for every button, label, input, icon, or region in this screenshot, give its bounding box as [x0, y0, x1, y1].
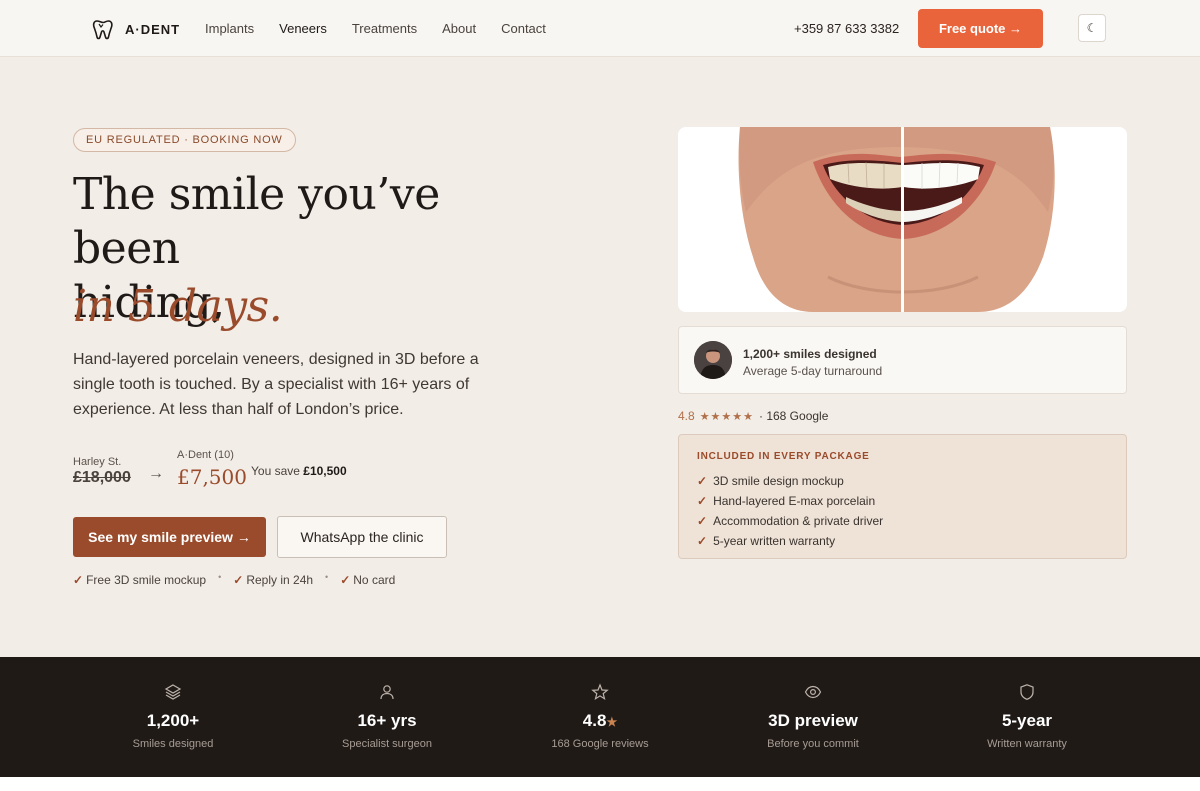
included-package-card: INCLUDED IN EVERY PACKAGE ✓ 3D smile desi…: [678, 434, 1127, 559]
stat-warranty: 5-year Written warranty: [927, 683, 1127, 750]
star-icon: [591, 683, 609, 700]
hero-lead-text: Hand-layered porcelain veneers, designed…: [73, 351, 479, 418]
stat-experience: 16+ yrs Specialist surgeon: [287, 683, 487, 750]
check-icon: ✓: [697, 494, 708, 508]
shield-icon: [1020, 684, 1034, 700]
stat-label: Before you commit: [767, 738, 859, 750]
layers-icon: [164, 684, 182, 700]
check-icon: ✓: [233, 573, 244, 587]
stat-value: 1,200+: [146, 711, 200, 730]
eye-icon: [804, 685, 822, 699]
savings-amount: £10,500: [303, 464, 347, 478]
google-rating: 4.8 ★★★★★ · 168 Google: [678, 409, 828, 423]
nav-link-treatments[interactable]: Treatments: [352, 21, 417, 36]
old-price-label: Harley St.: [73, 456, 122, 468]
rating-count: · 168 Google: [759, 409, 829, 423]
check-icon: ✓: [697, 534, 708, 548]
logo[interactable]: A·DENT: [92, 18, 180, 40]
separator-dot: •: [325, 572, 329, 582]
new-price-label: A·Dent (10): [177, 449, 234, 461]
stat-reviews: 4.8★ 168 Google reviews: [500, 683, 700, 750]
stat-value: 4.8★: [582, 711, 618, 730]
new-price: £7,500: [177, 465, 247, 489]
stat-value: 16+ yrs: [357, 711, 417, 730]
stat-label: Written warranty: [987, 738, 1067, 750]
logo-text: A·DENT: [125, 21, 181, 37]
list-item: ✓ Hand-layered E-max porcelain: [697, 494, 876, 508]
nav-links: Implants Veneers Treatments About Contac…: [205, 21, 546, 36]
avatar: [694, 341, 732, 379]
user-icon: [380, 685, 394, 700]
list-item: ✓ 3D smile design mockup: [697, 474, 844, 488]
nav-link-implants[interactable]: Implants: [205, 21, 254, 36]
stat-label: Smiles designed: [132, 738, 214, 750]
old-price: £18,000: [73, 469, 131, 486]
stat-label: 168 Google reviews: [551, 738, 649, 750]
tooth-logo-icon: [92, 20, 113, 40]
nav-link-veneers[interactable]: Veneers: [279, 21, 327, 36]
status-badge: EU REGULATED · BOOKING NOW: [73, 128, 296, 152]
free-quote-button[interactable]: Free quote →: [918, 9, 1043, 48]
headline-accent: in 5 days.: [73, 281, 283, 332]
proof-title: 1,200+ smiles designed: [743, 347, 877, 361]
phone-link[interactable]: +359 87 633 3382: [794, 21, 899, 36]
rating-stars-icon: ★★★★★: [699, 410, 754, 423]
social-proof-card: 1,200+ smiles designed Average 5-day tur…: [678, 326, 1127, 394]
check-icon: ✓: [697, 474, 708, 488]
headline-line-1: The smile you’ve been: [73, 169, 440, 274]
hero-section: EU REGULATED · BOOKING NOW The smile you…: [0, 57, 1200, 657]
list-item: ✓ 5-year written warranty: [697, 534, 836, 548]
separator-dot: •: [218, 572, 222, 582]
nav-link-about[interactable]: About: [442, 21, 476, 36]
before-after-smile-image: [678, 127, 1127, 312]
stat-smiles: 1,200+ Smiles designed: [73, 683, 273, 750]
perk-item: ✓ Free 3D smile mockup: [73, 573, 207, 587]
whatsapp-button[interactable]: WhatsApp the clinic: [277, 516, 447, 558]
savings-prefix: You save: [251, 464, 300, 478]
check-icon: ✓: [697, 514, 708, 528]
check-icon: ✓: [340, 573, 351, 587]
top-nav: A·DENT Implants Veneers Treatments About…: [0, 0, 1200, 57]
arrow-right-icon: →: [148, 465, 164, 482]
stat-value: 5-year: [1001, 711, 1053, 730]
check-icon: ✓: [73, 573, 84, 587]
rating-score: 4.8: [678, 409, 695, 423]
stat-value: 3D preview: [768, 711, 858, 730]
smile-preview-button[interactable]: See my smile preview →: [73, 517, 266, 557]
theme-toggle-button[interactable]: ☾: [1078, 14, 1106, 42]
proof-subtitle: Average 5-day turnaround: [743, 364, 883, 378]
moon-icon: ☾: [1086, 21, 1098, 35]
savings-text: You save £10,500: [251, 464, 347, 478]
perk-item: ✓ Reply in 24h: [233, 573, 314, 587]
included-list: ✓ 3D smile design mockup ✓ Hand-layered E-…: [697, 471, 883, 551]
included-title: INCLUDED IN EVERY PACKAGE: [697, 451, 870, 462]
perks-list: ✓ Free 3D smile mockup • ✓ Reply in 24h • …: [73, 572, 396, 587]
rating-star-icon: ★: [606, 715, 618, 729]
list-item: ✓ Accommodation & private driver: [697, 514, 884, 528]
stat-preview: 3D preview Before you commit: [713, 683, 913, 750]
perk-item: ✓ No card: [340, 573, 396, 587]
stat-label: Specialist surgeon: [342, 738, 432, 750]
nav-link-contact[interactable]: Contact: [501, 21, 546, 36]
price-comparison: Harley St. £18,000 → A·Dent (10) £7,500 …: [73, 445, 473, 495]
stats-bar: 1,200+ Smiles designed 16+ yrs Specialis…: [0, 657, 1200, 777]
